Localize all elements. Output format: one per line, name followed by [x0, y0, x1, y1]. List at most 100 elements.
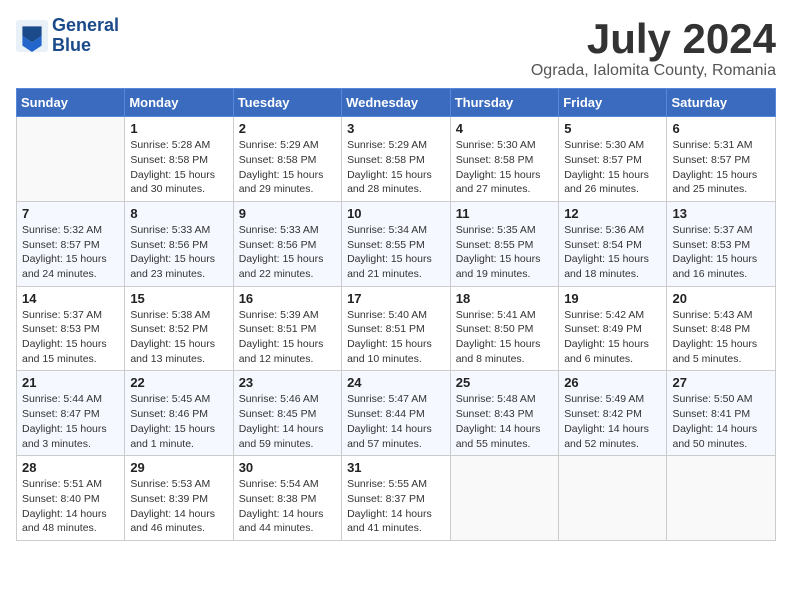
calendar-cell: 27Sunrise: 5:50 AM Sunset: 8:41 PM Dayli…	[667, 371, 776, 456]
calendar-cell: 28Sunrise: 5:51 AM Sunset: 8:40 PM Dayli…	[17, 456, 125, 541]
day-info: Sunrise: 5:49 AM Sunset: 8:42 PM Dayligh…	[564, 392, 661, 451]
month-title: July 2024	[531, 16, 776, 62]
calendar-cell: 23 Sunrise: 5:46 AM Sunset: 8:45 PM Dayli…	[233, 371, 341, 456]
day-number: 27	[672, 375, 770, 390]
day-info: Sunrise: 5:37 AM Sunset: 8:53 PM Dayligh…	[672, 223, 770, 282]
calendar-cell	[667, 456, 776, 541]
day-number: 26	[564, 375, 661, 390]
day-number: 11	[456, 206, 553, 221]
day-info: Sunrise: 5:38 AM Sunset: 8:52 PM Dayligh…	[130, 308, 227, 367]
calendar-cell	[559, 456, 667, 541]
weekday-header: Friday	[559, 89, 667, 117]
logo: General Blue	[16, 16, 119, 56]
day-number: 15	[130, 291, 227, 306]
calendar-cell: 2Sunrise: 5:29 AM Sunset: 8:58 PM Daylig…	[233, 117, 341, 202]
day-info: Sunrise: 5:37 AM Sunset: 8:53 PM Dayligh…	[22, 308, 119, 367]
calendar-cell: 8Sunrise: 5:33 AM Sunset: 8:56 PM Daylig…	[125, 201, 233, 286]
day-info: Sunrise: 5:39 AM Sunset: 8:51 PM Dayligh…	[239, 308, 336, 367]
calendar-cell: 11 Sunrise: 5:35 AM Sunset: 8:55 PM Dayli…	[450, 201, 558, 286]
calendar-cell: 17 Sunrise: 5:40 AM Sunset: 8:51 PM Dayli…	[342, 286, 451, 371]
calendar-week-row: 28Sunrise: 5:51 AM Sunset: 8:40 PM Dayli…	[17, 456, 776, 541]
calendar-cell: 13 Sunrise: 5:37 AM Sunset: 8:53 PM Dayli…	[667, 201, 776, 286]
day-number: 6	[672, 121, 770, 136]
day-number: 22	[130, 375, 227, 390]
day-number: 29	[130, 460, 227, 475]
weekday-header: Thursday	[450, 89, 558, 117]
day-number: 23	[239, 375, 336, 390]
calendar-week-row: 7 Sunrise: 5:32 AM Sunset: 8:57 PM Daylig…	[17, 201, 776, 286]
day-info: Sunrise: 5:34 AM Sunset: 8:55 PM Dayligh…	[347, 223, 445, 282]
day-info: Sunrise: 5:30 AM Sunset: 8:58 PM Dayligh…	[456, 138, 553, 197]
logo-text: General Blue	[52, 16, 119, 56]
weekday-header: Tuesday	[233, 89, 341, 117]
calendar-week-row: 21 Sunrise: 5:44 AM Sunset: 8:47 PM Dayli…	[17, 371, 776, 456]
calendar-cell: 20 Sunrise: 5:43 AM Sunset: 8:48 PM Dayli…	[667, 286, 776, 371]
calendar-cell: 7 Sunrise: 5:32 AM Sunset: 8:57 PM Daylig…	[17, 201, 125, 286]
day-info: Sunrise: 5:54 AM Sunset: 8:38 PM Dayligh…	[239, 477, 336, 536]
day-info: Sunrise: 5:48 AM Sunset: 8:43 PM Dayligh…	[456, 392, 553, 451]
calendar-cell: 4 Sunrise: 5:30 AM Sunset: 8:58 PM Daylig…	[450, 117, 558, 202]
day-number: 12	[564, 206, 661, 221]
day-number: 4	[456, 121, 553, 136]
calendar-cell: 30 Sunrise: 5:54 AM Sunset: 8:38 PM Dayli…	[233, 456, 341, 541]
calendar-week-row: 14Sunrise: 5:37 AM Sunset: 8:53 PM Dayli…	[17, 286, 776, 371]
calendar-cell: 29Sunrise: 5:53 AM Sunset: 8:39 PM Dayli…	[125, 456, 233, 541]
day-number: 21	[22, 375, 119, 390]
day-info: Sunrise: 5:36 AM Sunset: 8:54 PM Dayligh…	[564, 223, 661, 282]
day-info: Sunrise: 5:35 AM Sunset: 8:55 PM Dayligh…	[456, 223, 553, 282]
weekday-header: Monday	[125, 89, 233, 117]
calendar-cell: 19 Sunrise: 5:42 AM Sunset: 8:49 PM Dayli…	[559, 286, 667, 371]
day-number: 1	[130, 121, 227, 136]
day-number: 7	[22, 206, 119, 221]
day-number: 31	[347, 460, 445, 475]
location-subtitle: Ograda, Ialomita County, Romania	[531, 62, 776, 80]
day-info: Sunrise: 5:42 AM Sunset: 8:49 PM Dayligh…	[564, 308, 661, 367]
calendar-cell: 9Sunrise: 5:33 AM Sunset: 8:56 PM Daylig…	[233, 201, 341, 286]
day-number: 3	[347, 121, 445, 136]
calendar-cell: 21 Sunrise: 5:44 AM Sunset: 8:47 PM Dayli…	[17, 371, 125, 456]
day-info: Sunrise: 5:32 AM Sunset: 8:57 PM Dayligh…	[22, 223, 119, 282]
day-info: Sunrise: 5:46 AM Sunset: 8:45 PM Dayligh…	[239, 392, 336, 451]
day-info: Sunrise: 5:30 AM Sunset: 8:57 PM Dayligh…	[564, 138, 661, 197]
day-info: Sunrise: 5:55 AM Sunset: 8:37 PM Dayligh…	[347, 477, 445, 536]
calendar-cell: 1 Sunrise: 5:28 AM Sunset: 8:58 PM Daylig…	[125, 117, 233, 202]
day-info: Sunrise: 5:47 AM Sunset: 8:44 PM Dayligh…	[347, 392, 445, 451]
calendar-cell: 3Sunrise: 5:29 AM Sunset: 8:58 PM Daylig…	[342, 117, 451, 202]
calendar-cell: 15 Sunrise: 5:38 AM Sunset: 8:52 PM Dayli…	[125, 286, 233, 371]
day-info: Sunrise: 5:43 AM Sunset: 8:48 PM Dayligh…	[672, 308, 770, 367]
calendar-cell: 12 Sunrise: 5:36 AM Sunset: 8:54 PM Dayli…	[559, 201, 667, 286]
calendar-cell	[17, 117, 125, 202]
calendar-cell: 18 Sunrise: 5:41 AM Sunset: 8:50 PM Dayli…	[450, 286, 558, 371]
day-number: 19	[564, 291, 661, 306]
calendar-week-row: 1 Sunrise: 5:28 AM Sunset: 8:58 PM Daylig…	[17, 117, 776, 202]
day-number: 18	[456, 291, 553, 306]
day-number: 9	[239, 206, 336, 221]
calendar-cell: 31 Sunrise: 5:55 AM Sunset: 8:37 PM Dayli…	[342, 456, 451, 541]
day-number: 8	[130, 206, 227, 221]
day-number: 17	[347, 291, 445, 306]
calendar-cell: 24 Sunrise: 5:47 AM Sunset: 8:44 PM Dayli…	[342, 371, 451, 456]
day-number: 13	[672, 206, 770, 221]
day-number: 28	[22, 460, 119, 475]
calendar-cell	[450, 456, 558, 541]
day-info: Sunrise: 5:28 AM Sunset: 8:58 PM Dayligh…	[130, 138, 227, 197]
logo-icon	[16, 20, 48, 52]
day-info: Sunrise: 5:45 AM Sunset: 8:46 PM Dayligh…	[130, 392, 227, 451]
day-info: Sunrise: 5:41 AM Sunset: 8:50 PM Dayligh…	[456, 308, 553, 367]
page-header: General Blue July 2024 Ograda, Ialomita …	[16, 16, 776, 80]
day-number: 30	[239, 460, 336, 475]
weekday-header: Sunday	[17, 89, 125, 117]
weekday-header: Wednesday	[342, 89, 451, 117]
calendar-cell: 26 Sunrise: 5:49 AM Sunset: 8:42 PM Dayli…	[559, 371, 667, 456]
calendar-header-row: SundayMondayTuesdayWednesdayThursdayFrid…	[17, 89, 776, 117]
day-number: 16	[239, 291, 336, 306]
calendar-cell: 6Sunrise: 5:31 AM Sunset: 8:57 PM Daylig…	[667, 117, 776, 202]
calendar-cell: 10Sunrise: 5:34 AM Sunset: 8:55 PM Dayli…	[342, 201, 451, 286]
day-number: 24	[347, 375, 445, 390]
calendar-cell: 16 Sunrise: 5:39 AM Sunset: 8:51 PM Dayli…	[233, 286, 341, 371]
day-number: 20	[672, 291, 770, 306]
day-info: Sunrise: 5:40 AM Sunset: 8:51 PM Dayligh…	[347, 308, 445, 367]
day-info: Sunrise: 5:44 AM Sunset: 8:47 PM Dayligh…	[22, 392, 119, 451]
day-info: Sunrise: 5:29 AM Sunset: 8:58 PM Dayligh…	[239, 138, 336, 197]
calendar-cell: 14Sunrise: 5:37 AM Sunset: 8:53 PM Dayli…	[17, 286, 125, 371]
